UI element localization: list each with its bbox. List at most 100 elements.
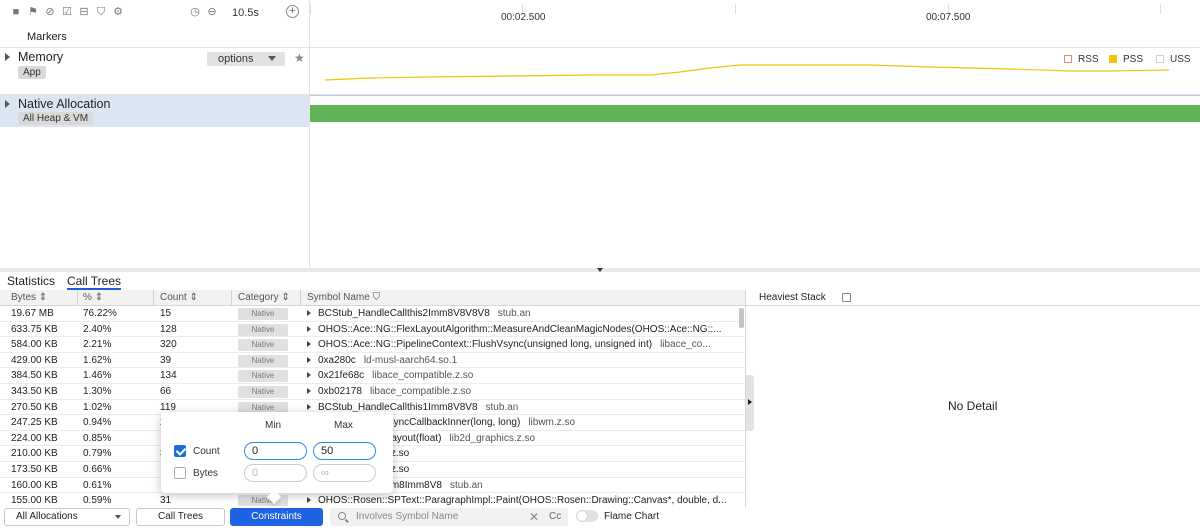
bottom-toolbar: All Allocations Call Trees Constraints I… [0, 507, 1200, 529]
expand-memory-icon[interactable] [5, 53, 10, 61]
markers-row: Markers [0, 26, 1200, 48]
table-row[interactable]: 429.00 KB 1.62% 39 Native 0xa280c ld-musl-aar… [0, 353, 746, 369]
memory-title: Memory [18, 50, 64, 64]
expand-row-icon[interactable] [307, 372, 311, 379]
native-allocation-row[interactable]: Native Allocation All Heap & VM [0, 95, 1200, 127]
expand-right-icon [748, 399, 752, 405]
cell-category-badge: Native [238, 370, 288, 383]
expand-row-icon[interactable] [307, 388, 311, 394]
call-trees-button[interactable]: Call Trees [136, 508, 225, 526]
symbol-library: libace_compatible.z.so [372, 370, 474, 382]
cell-bytes: 224.00 KB [11, 432, 58, 444]
no-detail-text: No Detail [948, 399, 998, 413]
expand-row-icon[interactable] [307, 356, 311, 363]
expand-row-icon[interactable] [307, 310, 311, 316]
symbol-library: stub.an [485, 401, 519, 413]
min-header: Min [265, 420, 282, 431]
cell-percent: 0.66% [83, 464, 112, 475]
legend-label: USS [1170, 54, 1191, 65]
settings-icon[interactable]: ⚙ [112, 6, 124, 18]
clear-icon[interactable]: ✕ [529, 510, 539, 524]
expand-row-icon[interactable] [307, 341, 311, 348]
detail-panel-handle[interactable] [746, 375, 754, 431]
cell-bytes: 160.00 KB [11, 479, 58, 491]
symbol-library: lib2d_graphics.z.so [449, 432, 536, 444]
table-scrollbar[interactable] [739, 308, 744, 328]
table-row[interactable]: 19.67 MB 76.22% 15 Native BCStub_HandleCallt… [0, 306, 746, 322]
count-max-input[interactable] [313, 442, 376, 460]
tab-call-trees[interactable]: Call Trees [67, 274, 122, 290]
bytes-checkbox[interactable] [174, 467, 186, 479]
count-checkbox[interactable] [174, 445, 186, 457]
col-symbol-name[interactable]: Symbol Name ⛉ [307, 292, 380, 303]
col-bytes[interactable]: Bytes ⇕ [11, 292, 47, 303]
cell-percent: 0.61% [83, 479, 112, 491]
expand-native-icon[interactable] [5, 100, 10, 108]
select-icon[interactable]: ☑ [61, 6, 73, 18]
tab-statistics[interactable]: Statistics [7, 274, 55, 288]
search-icon [338, 512, 346, 520]
symbol-name: OHOS::Rosen::SPText::ParagraphImpl::Pain… [318, 495, 727, 506]
expand-row-icon[interactable] [307, 403, 311, 410]
table-row[interactable]: 384.50 KB 1.46% 134 Native 0x21fe68c libace_c… [0, 368, 746, 384]
native-allocation-header[interactable]: Native Allocation All Heap & VM [0, 95, 309, 127]
flame-chart-toggle[interactable] [576, 510, 598, 522]
rss-swatch [1064, 55, 1072, 63]
legend-uss[interactable]: USS [1156, 54, 1191, 65]
sort-icon: ⇕ [38, 292, 48, 303]
table-row[interactable]: 155.00 KB 0.59% 31 Native OHOS::Rosen::SPTex… [0, 493, 746, 506]
cell-percent: 0.79% [83, 448, 112, 460]
legend-pss[interactable]: PSS [1109, 54, 1143, 65]
add-time-icon[interactable]: + [286, 5, 299, 18]
cell-bytes: 429.00 KB [11, 354, 58, 366]
table-row[interactable]: 633.75 KB 2.40% 128 Native OHOS::Ace::NG::Fl… [0, 322, 746, 338]
expand-row-icon[interactable] [307, 325, 311, 332]
symbol-search[interactable]: Involves Symbol Name ✕ Cc [330, 508, 568, 526]
time-ruler[interactable]: 00:02.500 00:07.500 [310, 0, 1200, 26]
col-symbol-label: Symbol Name [307, 292, 370, 303]
star-icon[interactable]: ★ [294, 51, 305, 65]
filter-icon[interactable]: ⛉ [95, 6, 107, 18]
filter-icon[interactable]: ⛉ [373, 292, 381, 303]
legend-rss[interactable]: RSS [1064, 54, 1099, 65]
memory-options-dropdown[interactable]: options [207, 52, 285, 66]
native-allocation-title: Native Allocation [18, 97, 111, 111]
cell-percent: 76.22% [83, 308, 117, 319]
lock-icon[interactable]: ⊟ [78, 6, 90, 18]
minus-circle-icon[interactable]: ⊖ [206, 6, 218, 18]
constraints-popup: Min Max Count Bytes [161, 412, 393, 505]
table-row[interactable]: 343.50 KB 1.30% 66 Native 0xb02178 libace_com… [0, 384, 746, 400]
col-percent[interactable]: % ⇕ [83, 292, 103, 303]
memory-app-tag: App [18, 66, 46, 79]
cancel-icon[interactable]: ⊘ [44, 6, 56, 18]
heap-vm-tag: All Heap & VM [18, 112, 94, 125]
stop-icon[interactable]: ■ [10, 6, 22, 18]
sort-icon: ⇕ [189, 292, 198, 303]
ruler-tick-label: 00:07.500 [926, 12, 971, 23]
match-case-toggle[interactable]: Cc [549, 511, 561, 522]
copy-icon[interactable] [842, 293, 851, 302]
bytes-max-input[interactable] [313, 464, 376, 482]
col-count[interactable]: Count ⇕ [160, 292, 198, 303]
flag-icon[interactable]: ⚑ [27, 6, 39, 18]
clock-icon[interactable]: ◷ [189, 6, 201, 18]
cell-bytes: 270.50 KB [11, 401, 58, 413]
allocations-select[interactable]: All Allocations [4, 508, 130, 526]
heaviest-stack-title: Heaviest Stack [759, 292, 826, 303]
cell-percent: 1.30% [83, 386, 112, 397]
memory-row[interactable]: Memory App options ★ RSS PSS USS [0, 48, 1200, 95]
cell-percent: 2.40% [83, 323, 112, 335]
max-header: Max [334, 420, 353, 431]
table-row[interactable]: 584.00 KB 2.21% 320 Native OHOS::Ace::NG::Pi… [0, 337, 746, 353]
symbol-library: libace_co... [660, 339, 711, 351]
options-label: options [218, 53, 254, 65]
native-allocation-bar[interactable] [310, 105, 1200, 122]
bytes-min-input[interactable] [244, 464, 307, 482]
col-category[interactable]: Category ⇕ [238, 292, 290, 303]
symbol-library: stub.an [449, 479, 483, 491]
symbol-library: stub.an [497, 308, 531, 319]
allocations-select-value: All Allocations [16, 511, 78, 522]
count-min-input[interactable] [244, 442, 307, 460]
constraints-button[interactable]: Constraints [230, 508, 323, 526]
expand-row-icon[interactable] [307, 497, 311, 504]
